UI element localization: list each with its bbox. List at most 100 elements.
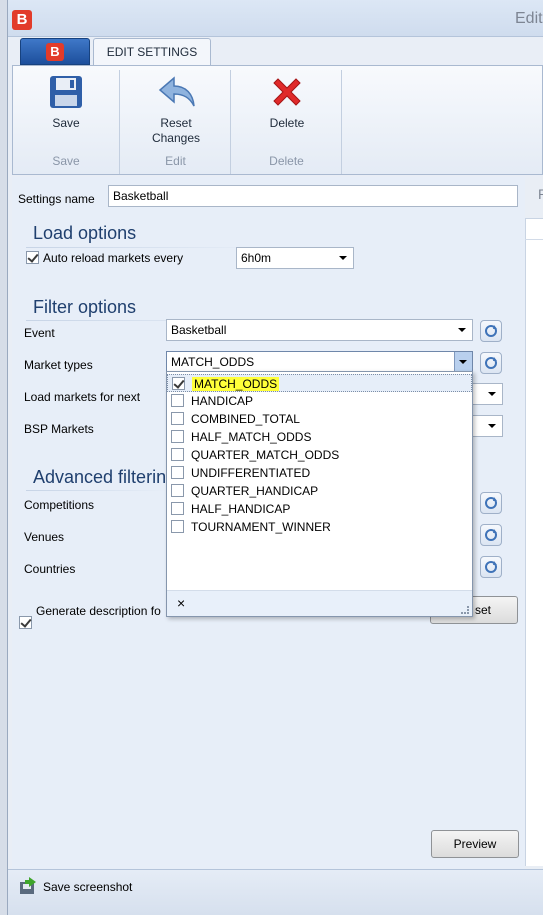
group-label-delete: Delete	[269, 154, 304, 168]
refresh-icon	[485, 357, 497, 369]
option-checkbox[interactable]	[171, 520, 184, 533]
load-markets-select[interactable]	[473, 383, 503, 405]
option-checkbox[interactable]	[171, 502, 184, 515]
settings-name-input[interactable]: Basketball	[108, 185, 518, 207]
background-window-edge	[0, 0, 8, 915]
right-panel-title: P	[538, 186, 543, 202]
competitions-refresh-button[interactable]	[480, 492, 502, 514]
competitions-label: Competitions	[24, 498, 95, 512]
filter-options-heading: Filter options	[33, 297, 137, 317]
settings-name-label: Settings name	[18, 192, 95, 206]
window-title: Edit	[515, 10, 543, 27]
option-checkbox[interactable]	[172, 377, 185, 390]
right-panel-header-row	[525, 218, 543, 240]
save-button[interactable]: Save	[31, 74, 101, 131]
generate-description-label: Generate description fo	[36, 604, 161, 618]
option-label: UNDIFFERENTIATED	[191, 466, 311, 480]
dropdown-toggle[interactable]	[454, 352, 472, 372]
venues-refresh-button[interactable]	[480, 524, 502, 546]
option-label: HALF_MATCH_ODDS	[191, 430, 312, 444]
generate-description-checkbox[interactable]	[19, 616, 32, 629]
market-types-label: Market types	[24, 358, 93, 372]
chevron-down-icon	[488, 392, 496, 396]
option-checkbox[interactable]	[171, 448, 184, 461]
venues-label: Venues	[24, 530, 65, 544]
event-select[interactable]: Basketball	[166, 319, 473, 341]
market-type-option[interactable]: HALF_HANDICAP	[167, 500, 472, 518]
delete-button[interactable]: Delete	[252, 74, 322, 131]
title-bar	[8, 0, 543, 37]
option-label: TOURNAMENT_WINNER	[191, 520, 331, 534]
tab-edit-settings[interactable]: EDIT SETTINGS	[93, 38, 211, 66]
auto-reload-checkbox[interactable]	[26, 251, 39, 264]
save-screenshot-link[interactable]: Save screenshot	[43, 880, 132, 894]
chevron-down-icon	[488, 424, 496, 428]
app-logo-icon: B	[12, 10, 32, 30]
option-checkbox[interactable]	[171, 430, 184, 443]
bsp-markets-select[interactable]	[473, 415, 503, 437]
save-button-label: Save	[52, 116, 80, 130]
resize-grip-icon[interactable]	[461, 606, 469, 614]
chevron-down-icon	[459, 360, 467, 364]
market-type-option[interactable]: MATCH_ODDS	[167, 374, 472, 392]
reset-changes-button[interactable]: Reset Changes	[139, 74, 213, 146]
option-label: COMBINED_TOTAL	[191, 412, 300, 426]
floppy-disk-icon	[48, 74, 84, 110]
option-label: QUARTER_MATCH_ODDS	[191, 448, 340, 462]
section-divider	[26, 247, 266, 248]
countries-refresh-button[interactable]	[480, 556, 502, 578]
dropdown-footer: ×	[167, 590, 472, 616]
auto-reload-interval-value: 6h0m	[241, 251, 272, 265]
countries-label: Countries	[24, 562, 76, 576]
refresh-icon	[485, 497, 497, 509]
ribbon-group-delete: Delete Delete	[232, 70, 342, 174]
chevron-down-icon	[339, 256, 347, 260]
option-checkbox[interactable]	[171, 466, 184, 479]
event-refresh-button[interactable]	[480, 320, 502, 342]
market-type-option[interactable]: UNDIFFERENTIATED	[167, 464, 472, 482]
chevron-down-icon	[458, 328, 466, 332]
reset-label-line1: Reset	[160, 116, 192, 130]
load-markets-label: Load markets for next	[24, 390, 141, 404]
market-types-refresh-button[interactable]	[480, 352, 502, 374]
market-type-option[interactable]: COMBINED_TOTAL	[167, 410, 472, 428]
advanced-filtering-heading: Advanced filtering	[33, 467, 177, 487]
delete-x-icon	[269, 74, 305, 110]
preview-button[interactable]: Preview	[431, 830, 519, 858]
load-options-heading: Load options	[33, 223, 137, 243]
market-types-dropdown: MATCH_ODDS HANDICAP COMBINED_TOTAL HALF_…	[166, 371, 473, 617]
save-screenshot-icon[interactable]	[18, 876, 38, 896]
market-type-option[interactable]: TOURNAMENT_WINNER	[167, 518, 472, 536]
ribbon: Save Save Reset Changes Edit Delete Dele…	[12, 65, 543, 175]
auto-reload-label: Auto reload markets every	[43, 251, 184, 265]
market-types-value: MATCH_ODDS	[171, 355, 255, 369]
option-checkbox[interactable]	[171, 484, 184, 497]
market-type-option[interactable]: QUARTER_MATCH_ODDS	[167, 446, 472, 464]
option-label: MATCH_ODDS	[192, 377, 280, 391]
market-types-select[interactable]: MATCH_ODDS	[166, 351, 473, 373]
option-label: HANDICAP	[191, 394, 254, 408]
option-checkbox[interactable]	[171, 412, 184, 425]
bsp-markets-label: BSP Markets	[24, 422, 94, 436]
app-logo-icon: B	[46, 43, 64, 61]
group-label-edit: Edit	[165, 154, 186, 168]
option-label: HALF_HANDICAP	[191, 502, 291, 516]
delete-button-label: Delete	[269, 116, 305, 130]
app-menu-tab[interactable]: B	[20, 38, 90, 65]
refresh-icon	[485, 529, 497, 541]
clear-selection-icon[interactable]: ×	[177, 595, 185, 611]
undo-arrow-icon	[158, 74, 195, 110]
market-type-option[interactable]: HANDICAP	[167, 392, 472, 410]
market-type-option[interactable]: QUARTER_HANDICAP	[167, 482, 472, 500]
option-checkbox[interactable]	[171, 394, 184, 407]
ribbon-group-save: Save Save	[13, 70, 120, 174]
section-divider	[26, 490, 166, 491]
market-type-option[interactable]: HALF_MATCH_ODDS	[167, 428, 472, 446]
refresh-icon	[485, 325, 497, 337]
refresh-icon	[485, 561, 497, 573]
reset-label-line2: Changes	[151, 131, 201, 145]
ribbon-group-edit: Reset Changes Edit	[121, 70, 231, 174]
auto-reload-interval-select[interactable]: 6h0m	[236, 247, 354, 269]
right-panel-content	[525, 218, 543, 866]
event-value: Basketball	[171, 323, 227, 337]
